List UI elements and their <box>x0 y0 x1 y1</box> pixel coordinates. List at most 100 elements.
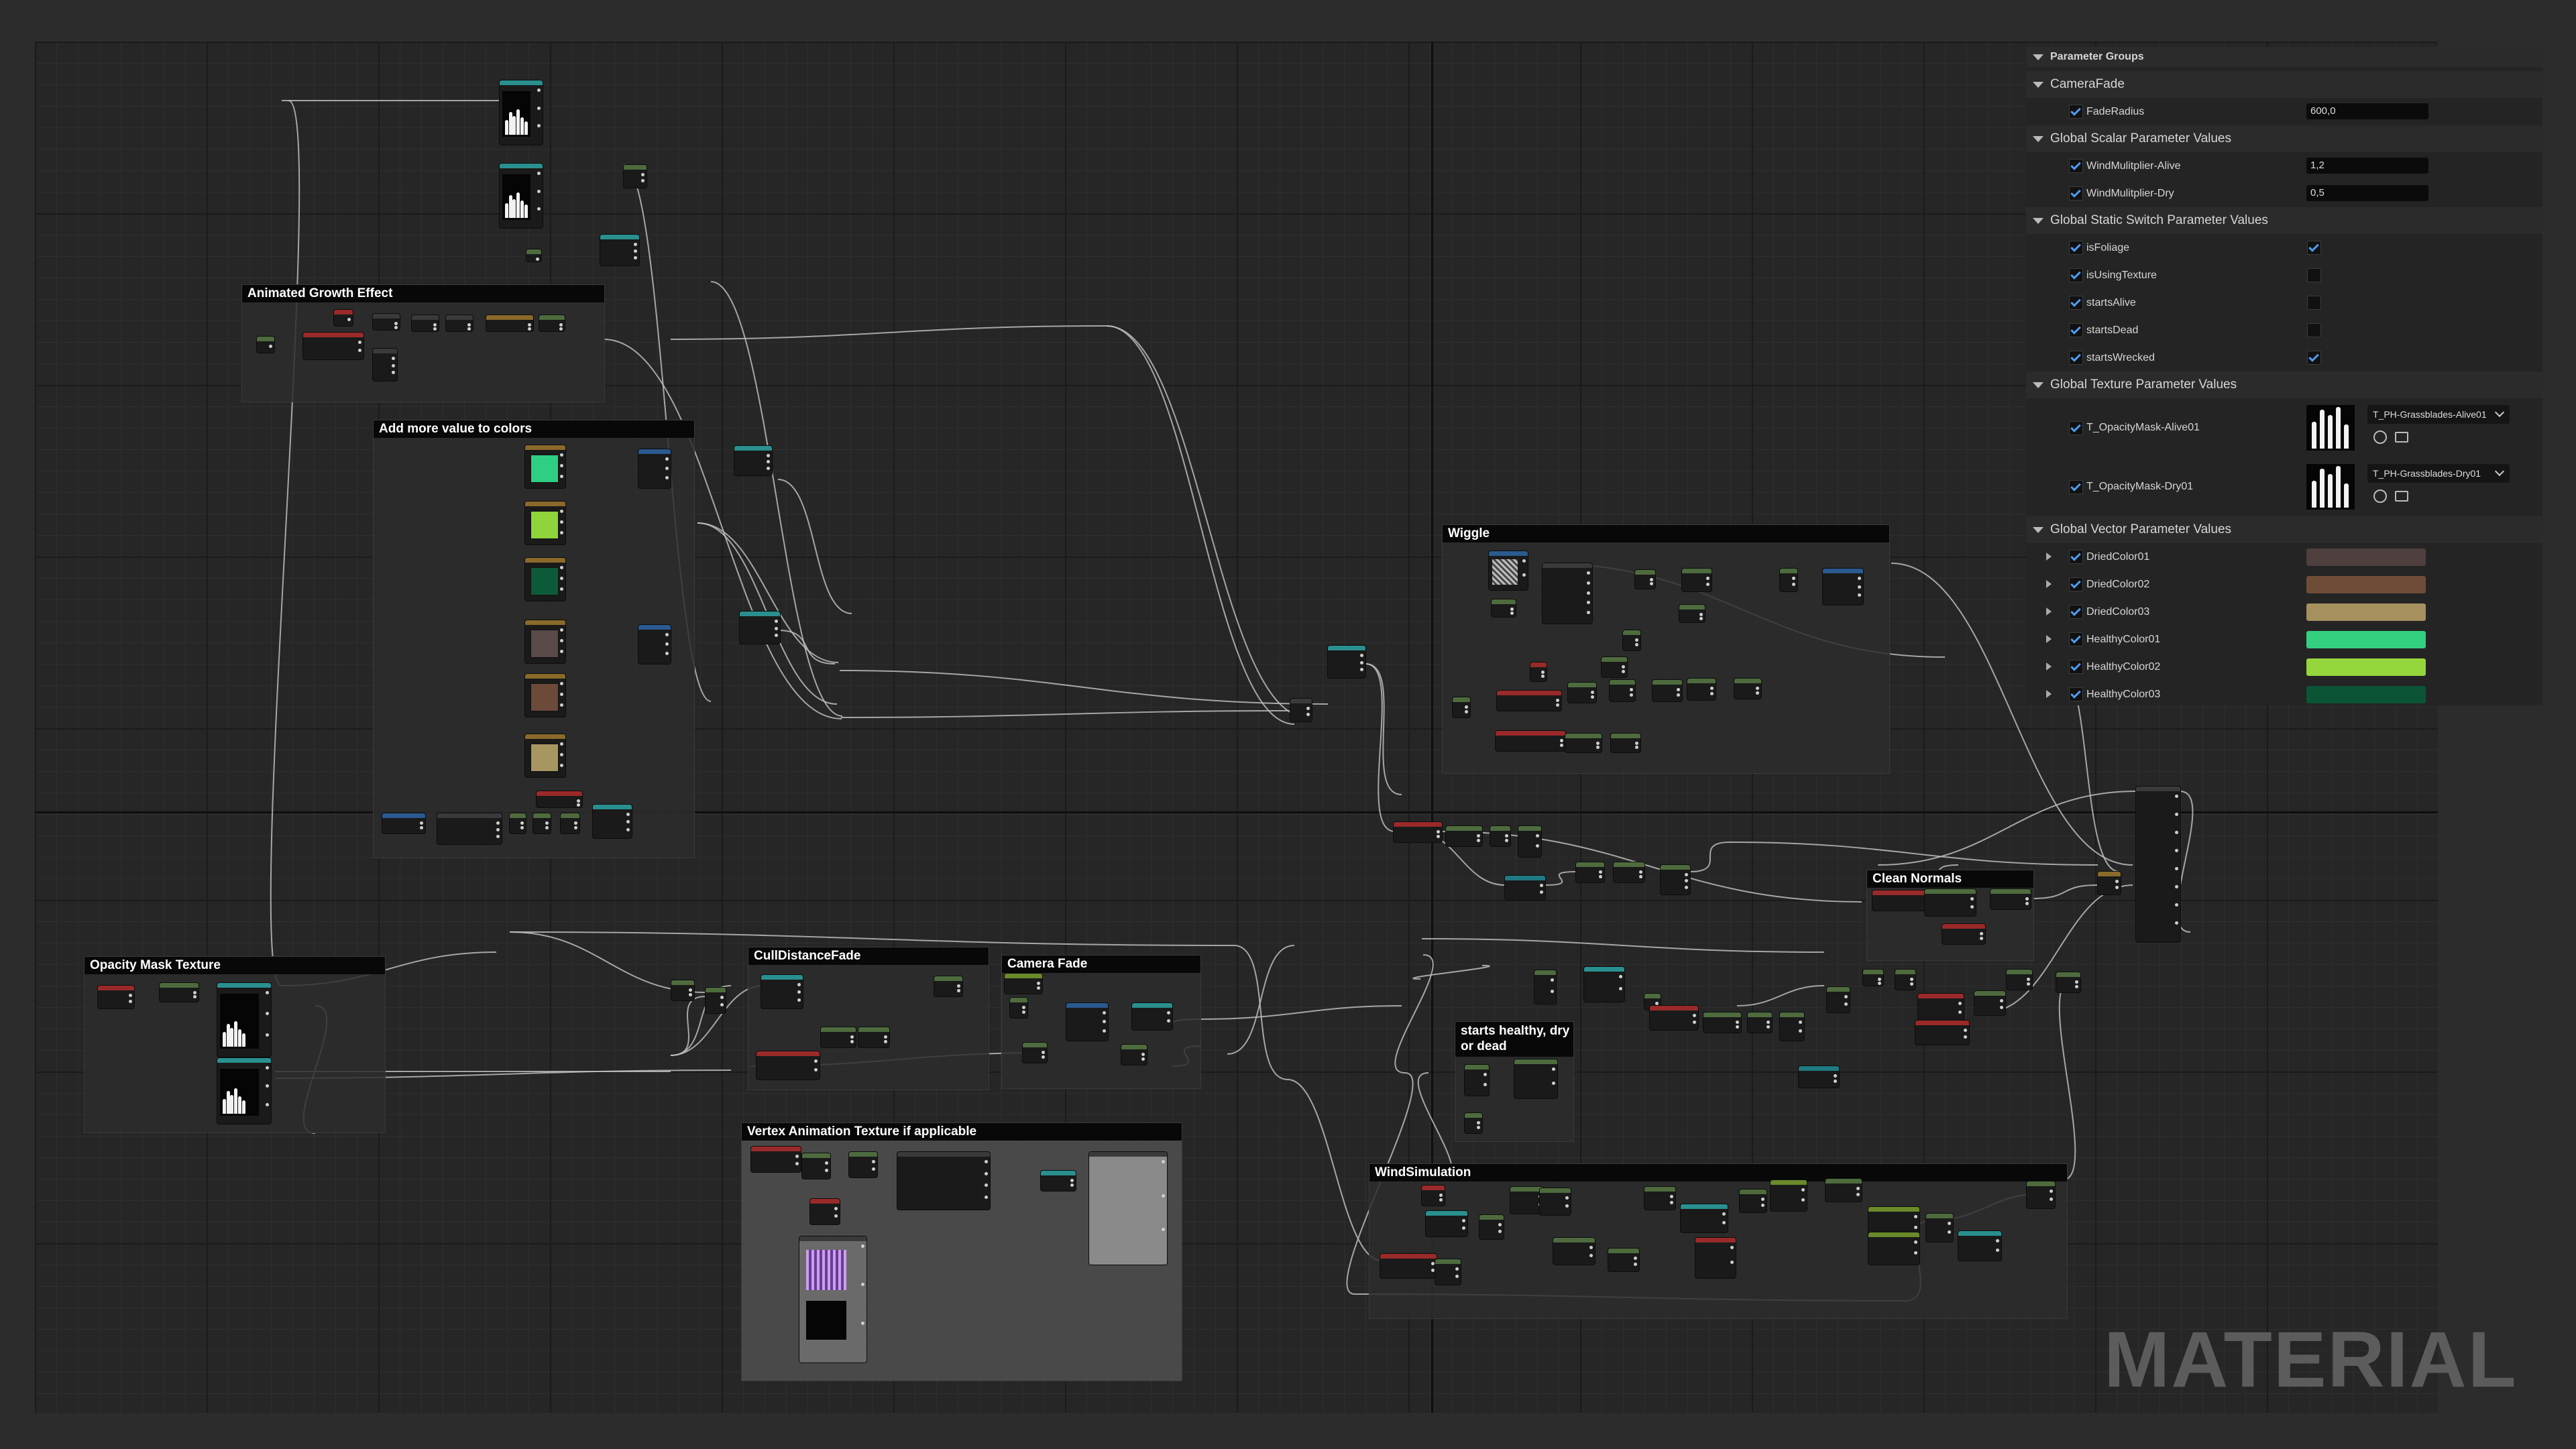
node-output-pin[interactable] <box>1483 1073 1487 1076</box>
node-output-pin[interactable] <box>537 172 541 175</box>
node-output-pin[interactable] <box>2027 982 2030 986</box>
material-node[interactable] <box>1687 679 1716 700</box>
node-output-pin[interactable] <box>537 207 541 211</box>
material-node[interactable] <box>1915 1021 1969 1045</box>
parameter-group-header[interactable]: Global Scalar Parameter Values <box>2026 125 2542 152</box>
material-node[interactable] <box>1518 826 1541 857</box>
node-output-pin[interactable] <box>861 1321 864 1325</box>
node-output-pin[interactable] <box>1799 1021 1802 1024</box>
node-output-pin[interactable] <box>1639 870 1642 874</box>
material-node[interactable] <box>539 315 565 331</box>
material-node[interactable] <box>1682 569 1712 591</box>
material-node[interactable] <box>1958 1231 2001 1261</box>
node-output-pin[interactable] <box>1306 707 1310 710</box>
node-output-pin[interactable] <box>1980 937 1983 940</box>
material-node[interactable] <box>1066 1003 1108 1041</box>
material-node[interactable] <box>1505 876 1545 900</box>
node-output-pin[interactable] <box>1599 870 1602 874</box>
node-output-pin[interactable] <box>1650 578 1653 581</box>
parameter-value-input[interactable]: 1,2 <box>2306 158 2428 174</box>
node-output-pin[interactable] <box>1477 834 1480 837</box>
material-node[interactable] <box>1614 862 1644 882</box>
static-switch-checkbox[interactable] <box>2307 323 2321 337</box>
node-output-pin[interactable] <box>814 1059 818 1063</box>
node-output-pin[interactable] <box>1455 1267 1459 1271</box>
material-node[interactable] <box>1780 569 1797 591</box>
node-output-pin[interactable] <box>1540 884 1543 887</box>
node-output-pin[interactable] <box>574 821 577 825</box>
node-output-pin[interactable] <box>1761 1198 1765 1201</box>
material-node[interactable] <box>1489 551 1528 590</box>
material-node[interactable] <box>1465 1065 1489 1096</box>
node-output-pin[interactable] <box>560 753 563 756</box>
node-output-pin[interactable] <box>2000 999 2003 1002</box>
node-output-pin[interactable] <box>1536 834 1539 837</box>
node-output-pin[interactable] <box>1858 585 1861 589</box>
material-node[interactable] <box>1568 683 1596 703</box>
node-output-pin[interactable] <box>1910 982 1913 986</box>
node-output-pin[interactable] <box>1792 583 1795 586</box>
node-output-pin[interactable] <box>1541 675 1545 678</box>
parameter-value-input[interactable]: 0,5 <box>2306 185 2428 201</box>
node-output-pin[interactable] <box>1970 905 1974 909</box>
material-node[interactable] <box>810 1199 840 1224</box>
material-node[interactable] <box>1380 1254 1437 1278</box>
node-output-pin[interactable] <box>496 828 500 831</box>
node-output-pin[interactable] <box>775 626 778 630</box>
parameter-override-checkbox[interactable] <box>2069 605 2083 619</box>
node-output-pin[interactable] <box>1162 1228 1165 1232</box>
node-output-pin[interactable] <box>1685 873 1688 876</box>
node-output-pin[interactable] <box>1792 577 1795 580</box>
node-output-pin[interactable] <box>1948 1230 1951 1234</box>
material-node[interactable] <box>1041 1171 1076 1191</box>
node-output-pin[interactable] <box>1767 1025 1770 1029</box>
material-node[interactable] <box>1510 1187 1544 1214</box>
material-node[interactable] <box>1426 1211 1467 1236</box>
material-node[interactable] <box>373 349 397 381</box>
color-value-swatch[interactable] <box>2306 658 2426 676</box>
node-output-pin[interactable] <box>2175 885 2178 888</box>
parameter-groups-header[interactable]: Parameter Groups <box>2026 47 2542 67</box>
node-output-pin[interactable] <box>1693 1014 1696 1017</box>
material-node[interactable] <box>1974 991 2005 1015</box>
material-node[interactable] <box>1991 889 2031 909</box>
material-node[interactable] <box>1872 890 1933 911</box>
node-output-pin[interactable] <box>1103 1020 1106 1024</box>
node-output-pin[interactable] <box>1996 1249 1999 1252</box>
node-output-pin[interactable] <box>1167 1011 1170 1015</box>
material-node[interactable] <box>1132 1003 1172 1030</box>
node-output-pin[interactable] <box>560 764 563 767</box>
node-output-pin[interactable] <box>545 821 549 825</box>
material-node[interactable] <box>303 333 363 359</box>
node-output-pin[interactable] <box>129 1000 132 1003</box>
parameter-override-checkbox[interactable] <box>2069 296 2083 310</box>
node-output-pin[interactable] <box>1540 890 1543 894</box>
material-node[interactable] <box>373 314 400 330</box>
texture-sample-node[interactable] <box>217 1058 271 1124</box>
node-output-pin[interactable] <box>2175 867 2178 870</box>
node-output-pin[interactable] <box>560 464 563 467</box>
node-output-pin[interactable] <box>884 1040 887 1043</box>
node-output-pin[interactable] <box>2175 903 2178 907</box>
material-node[interactable] <box>1635 570 1655 589</box>
node-output-pin[interactable] <box>1635 638 1638 642</box>
material-node[interactable] <box>1496 731 1565 751</box>
material-node[interactable] <box>1771 1180 1807 1211</box>
node-output-pin[interactable] <box>1693 1021 1696 1024</box>
node-output-pin[interactable] <box>559 323 563 327</box>
node-output-pin[interactable] <box>1103 1011 1106 1015</box>
vector-parameter-node[interactable] <box>525 445 565 488</box>
node-output-pin[interactable] <box>1141 1053 1145 1056</box>
material-node[interactable] <box>446 315 473 331</box>
node-output-pin[interactable] <box>825 1169 828 1172</box>
material-node[interactable] <box>1918 994 1964 1022</box>
node-output-pin[interactable] <box>1634 1257 1637 1260</box>
material-node[interactable] <box>1565 734 1602 752</box>
node-output-pin[interactable] <box>767 454 770 457</box>
node-output-pin[interactable] <box>2175 813 2178 816</box>
node-output-pin[interactable] <box>1462 1226 1465 1230</box>
node-output-pin[interactable] <box>1670 1201 1673 1204</box>
node-output-pin[interactable] <box>689 993 692 996</box>
node-output-pin[interactable] <box>825 1161 828 1165</box>
node-output-pin[interactable] <box>1699 613 1703 616</box>
